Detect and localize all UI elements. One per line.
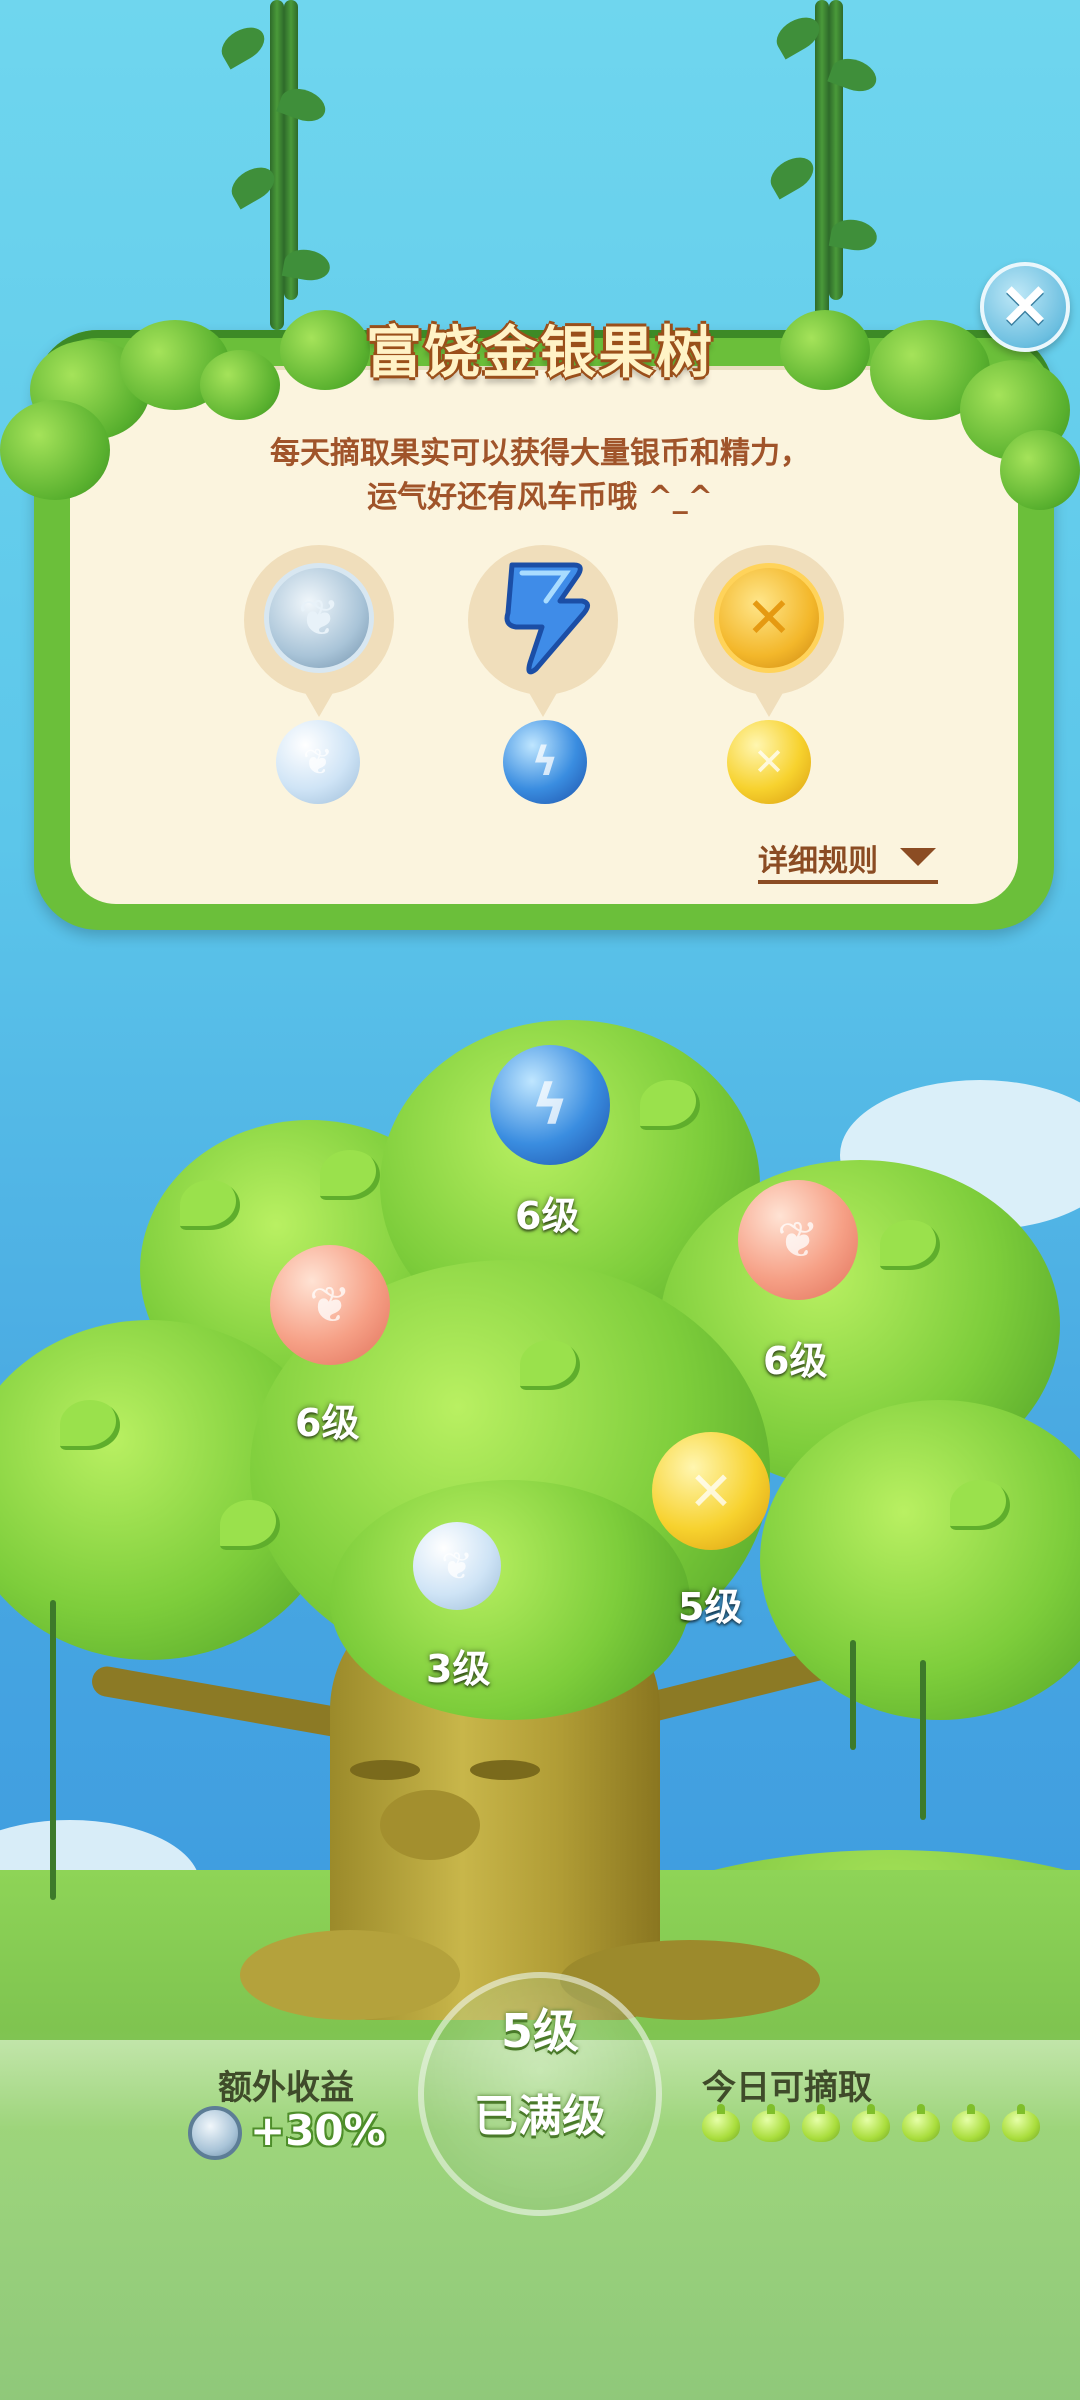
fruit-level-label: 6级 [295,1401,360,1445]
game-scene: ϟ 6级 ❦ 6级 ❦ 6级 ✕ 5级 ❦ 3级 富饶金银果树 ✕ 每天摘取果实… [0,0,1080,2400]
windmill-coin-icon: ✕ [714,563,824,673]
leaf-icon: ❦ [777,1211,819,1269]
silver-fruit-icon: ❦ [276,720,360,810]
fruit-pick-icon [752,2104,790,2142]
lightning-energy-icon [504,562,590,675]
fruit-peach-silver[interactable]: ❦ [270,1245,390,1373]
reward-energy [468,545,618,717]
fruit-pick-icon [702,2104,740,2142]
reward-silver-coin: ❦ [244,545,394,717]
detailed-rules-link[interactable]: 详细规则 [758,836,938,884]
panel-title: 富饶金银果树 [366,321,714,386]
fruit-gold-windmill[interactable]: ✕ [652,1432,770,1558]
silver-coin-icon: ❦ [264,563,374,673]
fruit-pick-icon [1002,2104,1040,2142]
blue-energy-fruit-icon: ϟ [503,720,587,810]
silver-coin-icon [188,2106,242,2160]
leaf-icon: ❦ [441,1544,473,1588]
fruit-pick-icon [802,2104,840,2142]
bonus-value: +30% [250,2106,386,2155]
pick-today-label: 今日可摘取 [702,2068,872,2108]
panel-description-line1: 每天摘取果实可以获得大量银币和精力， [270,436,810,471]
fruit-pick-icon [902,2104,940,2142]
bonus-label: 额外收益 [218,2068,354,2108]
fruit-level-label: 3级 [426,1647,491,1691]
rules-link-label: 详细规则 [758,844,878,879]
close-icon: ✕ [999,273,1051,340]
windmill-icon: ✕ [688,1459,734,1523]
gold-windmill-fruit-icon: ✕ [727,720,811,810]
fruit-silver[interactable]: ❦ [413,1522,501,1616]
leaf-icon: ❦ [309,1276,351,1334]
lightning-icon: ϟ [531,1072,569,1138]
fruit-pick-icon [852,2104,890,2142]
fruit-level-label: 6级 [515,1194,580,1238]
fruit-peach-silver[interactable]: ❦ [738,1180,858,1308]
fruit-level-label: 5级 [678,1585,743,1629]
reward-windmill-coin: ✕ [694,545,844,717]
tree-face [380,1790,480,1860]
tree-level-status: 已满级 [474,2091,606,2142]
tree-level: 5级 [500,2004,579,2058]
fruit-level-label: 6级 [763,1339,828,1383]
chevron-down-icon [900,848,936,866]
fruit-blue-energy[interactable]: ϟ [490,1045,610,1173]
panel-description-line2: 运气好还有风车币哦 ^_^ [367,480,713,515]
close-button[interactable]: ✕ [980,262,1070,352]
fruit-pick-icon [952,2104,990,2142]
